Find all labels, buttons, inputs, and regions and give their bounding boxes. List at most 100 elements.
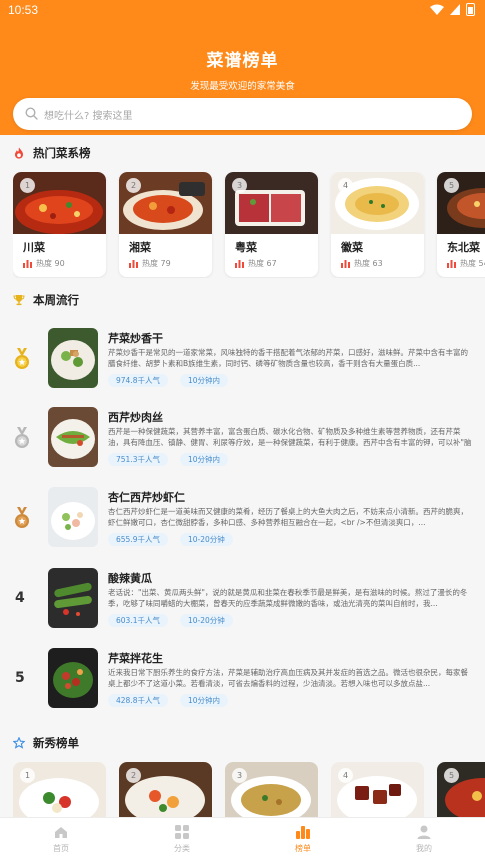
- search-input[interactable]: 想吃什么? 搜索这里: [44, 107, 133, 122]
- popularity-tag: 428.8千人气: [108, 694, 168, 707]
- grid-icon: [175, 825, 189, 839]
- popularity-tag: 974.8千人气: [108, 374, 168, 387]
- heat-value: 热度 67: [248, 259, 277, 268]
- cook-time-tag: 10分钟内: [180, 374, 229, 387]
- rank-number: 4: [15, 590, 25, 606]
- tab-profile[interactable]: 我的: [389, 824, 459, 854]
- heat-label: 热度 79: [129, 258, 171, 269]
- recipe-title: 西芹炒肉丝: [108, 411, 163, 424]
- cuisine-name: 粤菜: [235, 241, 257, 254]
- recipe-title: 芹菜炒香干: [108, 332, 163, 345]
- star-icon: [13, 737, 25, 749]
- heat-value: 热度 54: [460, 259, 485, 268]
- rank-badge: 4: [338, 178, 353, 193]
- signal-icon: [450, 4, 460, 15]
- flame-icon: [15, 147, 23, 159]
- bronze-medal-icon: [15, 507, 29, 528]
- cuisine-name: 徽菜: [341, 241, 363, 254]
- recipe-thumbnail: [48, 407, 98, 467]
- tab-category[interactable]: 分类: [147, 824, 217, 854]
- tab-label: 榜单: [295, 844, 311, 853]
- cuisine-card-anhui[interactable]: 4 徽菜 热度 63: [331, 172, 424, 277]
- recipe-row[interactable]: 杏仁西芹炒虾仁 杏仁西芹炒虾仁是一道美味而又健康的菜肴，经历了餐桌上的大鱼大肉之…: [0, 487, 485, 551]
- heat-value: 热度 63: [354, 259, 383, 268]
- tab-label: 首页: [53, 844, 69, 853]
- popularity-tag: 655.9千人气: [108, 533, 168, 546]
- heat-label: 热度 67: [235, 258, 277, 269]
- gold-medal-icon: [15, 348, 29, 369]
- newcomers-section-header: 新秀榜单: [13, 735, 79, 751]
- weekly-section-title: 本周流行: [33, 293, 79, 307]
- bar-chart-icon: [447, 260, 456, 268]
- tab-home[interactable]: 首页: [26, 824, 96, 854]
- rank-badge: 2: [126, 178, 141, 193]
- bar-chart-icon: [23, 260, 32, 268]
- cuisine-name: 湘菜: [129, 241, 151, 254]
- newcomers-list: 1 2 3 4 5: [13, 762, 485, 822]
- battery-icon: [466, 3, 475, 16]
- recipe-title: 杏仁西芹炒虾仁: [108, 491, 185, 504]
- newcomer-card[interactable]: 5: [437, 762, 485, 822]
- newcomer-card[interactable]: 4: [331, 762, 424, 822]
- status-bar: 10:53: [0, 0, 485, 22]
- newcomer-card[interactable]: 1: [13, 762, 106, 822]
- bar-chart-icon: [235, 260, 244, 268]
- person-icon: [417, 825, 431, 839]
- rank-badge: 3: [232, 768, 247, 783]
- cuisine-card-sichuan[interactable]: 1 川菜 热度 90: [13, 172, 106, 277]
- tab-label: 我的: [416, 844, 432, 853]
- rank-number: 5: [15, 670, 25, 686]
- cuisine-card-hunan[interactable]: 2 湘菜 热度 79: [119, 172, 212, 277]
- newcomer-card[interactable]: 3: [225, 762, 318, 822]
- recipe-thumbnail: [48, 328, 98, 388]
- recipe-row[interactable]: 5 芹菜拌花生 近来我日常下厨乐养生的食疗方法，芹菜是辅助治疗高血压病及其并发症…: [0, 648, 485, 712]
- cuisine-card-cantonese[interactable]: 3 粤菜 热度 67: [225, 172, 318, 277]
- cook-time-tag: 10-20分钟: [180, 614, 233, 627]
- recipe-description: 西芹是一种保健蔬菜，其营养丰富，富含蛋白质、碳水化合物、矿物质及多种维生素等营养…: [108, 427, 472, 447]
- rank-badge: 2: [126, 768, 141, 783]
- status-time: 10:53: [8, 3, 39, 17]
- recipe-thumbnail: [48, 487, 98, 547]
- ranking-icon: [296, 826, 310, 839]
- home-icon: [55, 827, 67, 838]
- bar-chart-icon: [341, 260, 350, 268]
- recipe-description: 老话说："出菜、黄瓜两头鲜"，说的就是黄瓜和韭菜在春秋季节最是鲜美，是有滋味的时…: [108, 588, 468, 608]
- weekly-section-header: 本周流行: [13, 292, 79, 308]
- recipe-description: 近来我日常下厨乐养生的食疗方法，芹菜是辅助治疗高血压病及其并发症的首选之品。微活…: [108, 668, 468, 688]
- cook-time-tag: 10-20分钟: [180, 533, 233, 546]
- heat-value: 热度 79: [142, 259, 171, 268]
- rank-badge: 3: [232, 178, 247, 193]
- heat-label: 热度 63: [341, 258, 383, 269]
- popularity-tag: 603.1千人气: [108, 614, 168, 627]
- recipe-thumbnail: [48, 568, 98, 628]
- heat-value: 热度 90: [36, 259, 65, 268]
- recipe-thumbnail: [48, 648, 98, 708]
- hot-cuisine-list: 1 川菜 热度 90 2 湘菜 热度 79 3 粤菜 热度 67 4 徽菜 热度…: [13, 172, 485, 278]
- silver-medal-icon: [15, 427, 29, 448]
- wifi-icon: [430, 4, 444, 15]
- newcomer-card[interactable]: 2: [119, 762, 212, 822]
- newcomers-section-title: 新秀榜单: [33, 736, 79, 750]
- cuisine-name: 川菜: [23, 241, 45, 254]
- heat-label: 热度 90: [23, 258, 65, 269]
- recipe-title: 酸辣黄瓜: [108, 572, 152, 585]
- search-bar[interactable]: 想吃什么? 搜索这里: [13, 98, 472, 130]
- rank-badge: 5: [444, 178, 459, 193]
- tab-label: 分类: [174, 844, 190, 853]
- cook-time-tag: 10分钟内: [180, 453, 229, 466]
- hot-section-title: 热门菜系榜: [33, 146, 91, 160]
- recipe-row[interactable]: 4 酸辣黄瓜 老话说："出菜、黄瓜两头鲜"，说的就是黄瓜和韭菜在春秋季节最是鲜美…: [0, 568, 485, 632]
- cuisine-card-northeast[interactable]: 5 东北菜 热度 54: [437, 172, 485, 277]
- rank-badge: 1: [20, 178, 35, 193]
- search-icon: [25, 107, 38, 120]
- hot-section-header: 热门菜系榜: [13, 145, 91, 161]
- page-title: 菜谱榜单: [206, 51, 279, 71]
- recipe-row[interactable]: 西芹炒肉丝 西芹是一种保健蔬菜，其营养丰富，富含蛋白质、碳水化合物、矿物质及多种…: [0, 407, 485, 471]
- recipe-row[interactable]: 芹菜炒香干 芹菜炒香干是常见的一道家常菜，风味独特的香干搭配着气浓郁的芹菜，口感…: [0, 328, 485, 392]
- tab-ranking[interactable]: 榜单: [268, 824, 338, 854]
- rank-badge: 4: [338, 768, 353, 783]
- recipe-title: 芹菜拌花生: [108, 652, 163, 665]
- popularity-tag: 751.3千人气: [108, 453, 168, 466]
- trophy-icon: [13, 295, 25, 306]
- cuisine-name: 东北菜: [447, 241, 480, 254]
